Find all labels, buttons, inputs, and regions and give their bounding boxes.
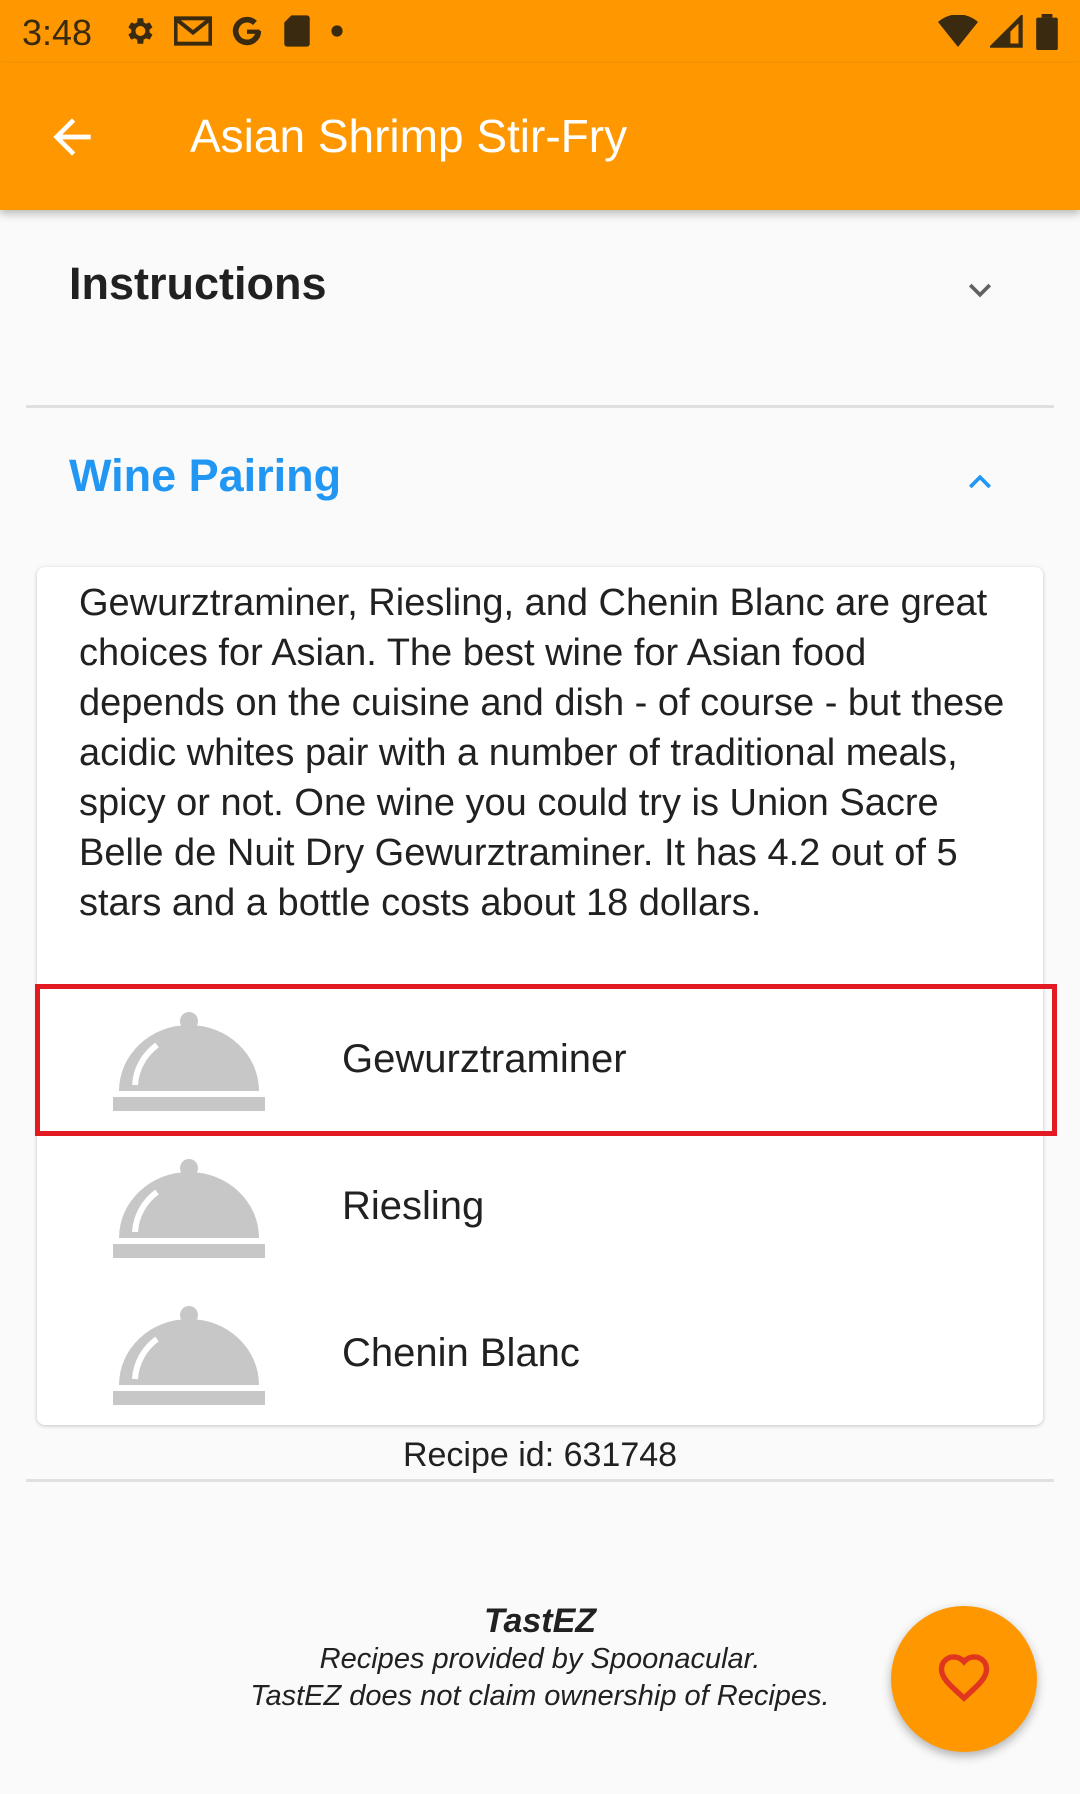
chevron-down-icon	[969, 283, 991, 298]
wine-item-riesling[interactable]: Riesling	[37, 1134, 1043, 1281]
status-bar: 3:48	[0, 0, 1080, 63]
wifi-icon	[938, 15, 978, 47]
wine-pairing-section-header[interactable]: Wine Pairing	[0, 422, 1080, 542]
sd-card-icon	[284, 15, 310, 47]
gear-icon	[128, 18, 153, 44]
heart-outline-icon	[938, 1654, 990, 1702]
instructions-label: Instructions	[69, 258, 327, 309]
chevron-up-icon	[969, 474, 991, 489]
cloche-icon	[113, 1306, 265, 1405]
wine-item-chenin-blanc[interactable]: Chenin Blanc	[37, 1281, 1043, 1428]
wine-name: Riesling	[342, 1184, 485, 1228]
app-bar: Asian Shrimp Stir-Fry	[0, 63, 1080, 210]
wine-name: Chenin Blanc	[342, 1331, 580, 1375]
divider	[26, 405, 1054, 408]
dot-icon	[331, 25, 343, 37]
wine-pairing-card: Gewurztraminer, Riesling, and Chenin Bla…	[37, 567, 1043, 1425]
recipe-id: Recipe id: 631748	[402, 1436, 678, 1474]
cloche-icon	[113, 1012, 265, 1111]
google-icon	[232, 16, 262, 46]
page-title: Asian Shrimp Stir-Fry	[190, 110, 628, 162]
gmail-icon	[174, 16, 212, 46]
wine-item-gewurztraminer[interactable]: Gewurztraminer	[37, 987, 1043, 1134]
cloche-icon	[113, 1159, 265, 1258]
wine-name: Gewurztraminer	[342, 1037, 627, 1081]
divider	[26, 1479, 1054, 1482]
battery-icon	[1036, 14, 1058, 50]
arrow-back-icon[interactable]	[44, 109, 100, 165]
status-time: 3:48	[22, 12, 93, 53]
wine-pairing-label: Wine Pairing	[69, 450, 342, 501]
instructions-section-header[interactable]: Instructions	[0, 230, 1080, 350]
signal-icon	[990, 15, 1023, 48]
wine-pairing-description: Gewurztraminer, Riesling, and Chenin Bla…	[79, 582, 1005, 924]
favorite-button[interactable]	[891, 1606, 1037, 1752]
